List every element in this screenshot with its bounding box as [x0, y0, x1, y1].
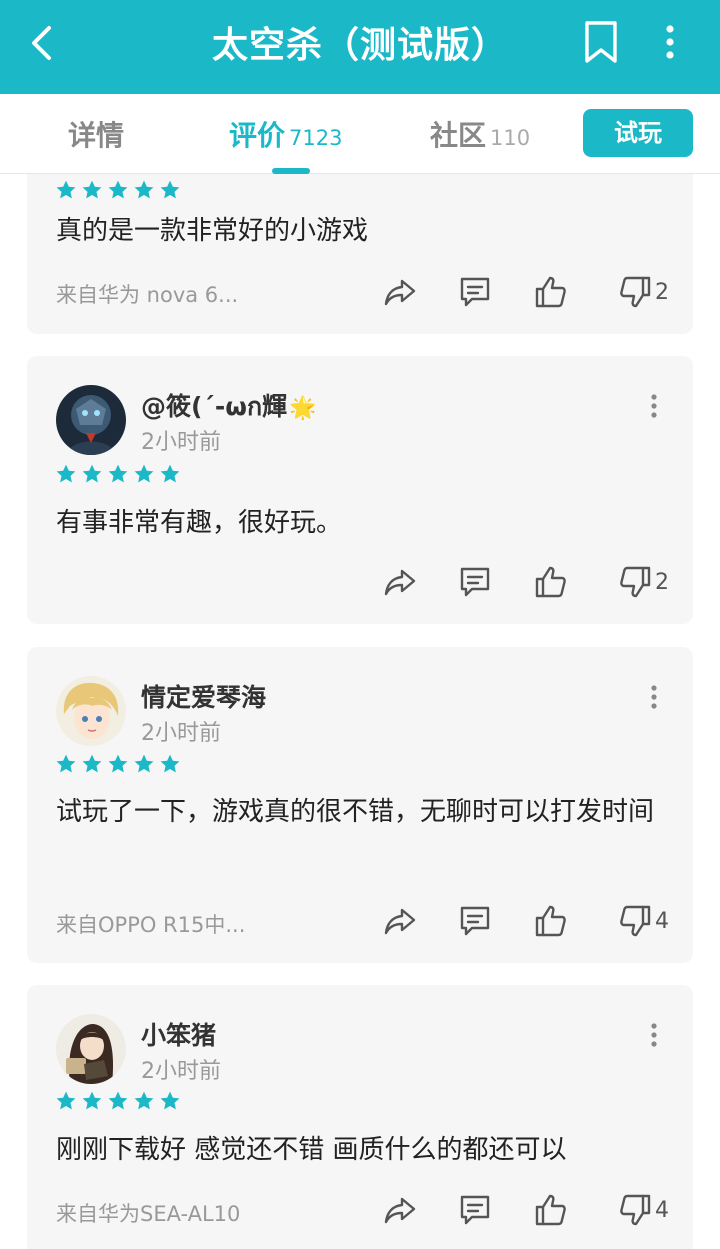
tab-label: 详情 [68, 119, 125, 152]
like-button[interactable] [533, 1191, 569, 1229]
try-play-button[interactable]: 试玩 [583, 109, 693, 157]
star-icon [81, 753, 103, 775]
dislike-button[interactable]: 4 [617, 1191, 669, 1229]
thumbs-up-icon [533, 903, 569, 939]
more-vertical-icon[interactable] [649, 685, 659, 709]
thumbs-down-icon [617, 1192, 653, 1228]
dislike-count: 4 [655, 1197, 669, 1223]
device-info: 来自OPPO R15中... [56, 913, 246, 937]
review-text: 刚刚下载好 感觉还不错 画质什么的都还可以 [56, 1135, 567, 1165]
star-icon [159, 1090, 181, 1112]
post-time: 2小时前 [141, 1059, 221, 1084]
tab-count: 110 [490, 126, 531, 150]
thumbs-down-icon [617, 564, 653, 600]
tab-bar: 详情 评价 7123 社区 110 试玩 [0, 94, 720, 174]
share-button[interactable] [382, 273, 418, 311]
star-icon [81, 1090, 103, 1112]
comment-icon [457, 1192, 493, 1228]
star-icon [55, 463, 77, 485]
username-text: @筱(´-ωก輝 [141, 392, 288, 421]
star-icon [159, 463, 181, 485]
dislike-count: 2 [655, 569, 669, 595]
star-icon [107, 753, 129, 775]
star-icon [55, 753, 77, 775]
more-vertical-icon[interactable] [649, 1023, 659, 1047]
tab-count: 7123 [289, 126, 343, 150]
comment-button[interactable] [457, 1191, 493, 1229]
share-button[interactable] [382, 902, 418, 940]
star-rating [55, 753, 181, 775]
avatar[interactable] [56, 676, 126, 746]
tab-label: 评价 [229, 119, 286, 152]
tab-detail[interactable]: 详情 [68, 114, 124, 154]
post-time: 2小时前 [141, 721, 221, 746]
thumbs-down-icon [617, 903, 653, 939]
star-icon [133, 1090, 155, 1112]
dislike-count: 4 [655, 908, 669, 934]
star-rating [55, 463, 181, 485]
star-icon [81, 179, 103, 201]
like-button[interactable] [533, 902, 569, 940]
thumbs-down-icon [617, 274, 653, 310]
star-icon [55, 179, 77, 201]
dislike-count: 2 [655, 279, 669, 305]
comment-icon [457, 903, 493, 939]
share-icon [382, 564, 418, 600]
star-icon [107, 179, 129, 201]
comment-icon [457, 564, 493, 600]
star-icon [133, 753, 155, 775]
username[interactable]: 小笨猪 [141, 1016, 216, 1052]
tab-label: 社区 [430, 119, 487, 152]
review-card: 情定爱琴海 2小时前 试玩了一下，游戏真的很不错，无聊时可以打发时间 来自OPP… [27, 647, 693, 963]
comment-button[interactable] [457, 273, 493, 311]
sun-emoji: 🌟 [289, 396, 317, 421]
avatar[interactable] [56, 1014, 126, 1084]
star-icon [133, 463, 155, 485]
comment-button[interactable] [457, 563, 493, 601]
star-icon [107, 463, 129, 485]
review-card: @筱(´-ωก輝🌟 2小时前 有事非常有趣，很好玩。 2 [27, 356, 693, 624]
review-text: 试玩了一下，游戏真的很不错，无聊时可以打发时间 [56, 797, 655, 827]
review-text: 真的是一款非常好的小游戏 [56, 216, 369, 246]
star-icon [81, 463, 103, 485]
device-info: 来自华为 nova 6... [56, 283, 239, 307]
thumbs-up-icon [533, 274, 569, 310]
tab-community[interactable]: 社区 110 [430, 114, 530, 154]
star-icon [159, 753, 181, 775]
tab-reviews[interactable]: 评价 7123 [229, 114, 342, 154]
like-button[interactable] [533, 273, 569, 311]
app-header: 太空杀（测试版） [0, 0, 720, 94]
star-icon [107, 1090, 129, 1112]
dislike-button[interactable]: 2 [617, 273, 669, 311]
like-button[interactable] [533, 563, 569, 601]
dislike-button[interactable]: 4 [617, 902, 669, 940]
device-info: 来自华为SEA-AL10 [56, 1202, 241, 1226]
star-rating [55, 179, 181, 201]
avatar[interactable] [56, 385, 126, 455]
username[interactable]: 情定爱琴海 [141, 678, 266, 714]
review-text: 有事非常有趣，很好玩。 [56, 508, 343, 538]
share-button[interactable] [382, 563, 418, 601]
more-vertical-icon[interactable] [658, 22, 682, 62]
thumbs-up-icon [533, 564, 569, 600]
comment-icon [457, 274, 493, 310]
review-card: 小笨猪 2小时前 刚刚下载好 感觉还不错 画质什么的都还可以 来自华为SEA-A… [27, 985, 693, 1249]
more-vertical-icon[interactable] [649, 394, 659, 418]
share-button[interactable] [382, 1191, 418, 1229]
thumbs-up-icon [533, 1192, 569, 1228]
username[interactable]: @筱(´-ωก輝🌟 [141, 387, 317, 427]
dislike-button[interactable]: 2 [617, 563, 669, 601]
share-icon [382, 1192, 418, 1228]
post-time: 2小时前 [141, 430, 221, 455]
comment-button[interactable] [457, 902, 493, 940]
star-icon [133, 179, 155, 201]
star-rating [55, 1090, 181, 1112]
star-icon [159, 179, 181, 201]
star-icon [55, 1090, 77, 1112]
share-icon [382, 274, 418, 310]
bookmark-icon[interactable] [582, 20, 620, 64]
review-card: 真的是一款非常好的小游戏 来自华为 nova 6... 2 [27, 174, 693, 334]
review-list[interactable]: 真的是一款非常好的小游戏 来自华为 nova 6... 2 @筱(´-ωก輝🌟 … [0, 174, 720, 1249]
share-icon [382, 903, 418, 939]
